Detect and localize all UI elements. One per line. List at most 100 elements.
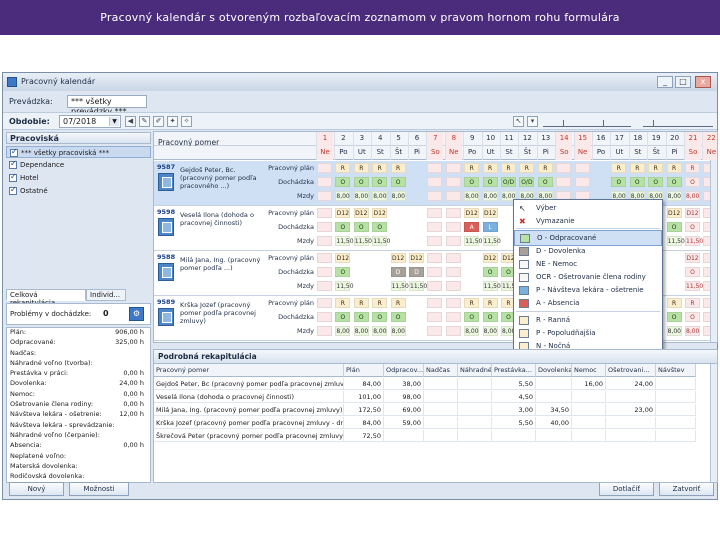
day-cell-plan[interactable] bbox=[445, 208, 461, 218]
day-cell-pay[interactable]: 8,00 bbox=[335, 326, 351, 336]
day-cell-plan[interactable]: D12 bbox=[390, 253, 406, 263]
day-cell-att[interactable]: D bbox=[390, 267, 406, 277]
day-cell-plan[interactable]: R bbox=[519, 163, 535, 173]
grid-scrollbar[interactable] bbox=[710, 160, 717, 342]
day-cell-plan[interactable]: D12 bbox=[335, 253, 351, 263]
day-cell-att[interactable]: O bbox=[390, 312, 406, 322]
day-cell-att[interactable]: O bbox=[537, 177, 553, 187]
day-cell-plan[interactable] bbox=[317, 208, 332, 218]
day-cell-pay[interactable]: 8,00 bbox=[666, 191, 682, 201]
day-cell-att[interactable]: O bbox=[372, 312, 388, 322]
options-button[interactable]: Možnosti bbox=[69, 482, 129, 496]
workplace-item[interactable]: *** všetky pracoviská *** bbox=[6, 146, 151, 158]
day-cell-plan[interactable]: D12 bbox=[685, 208, 700, 218]
workplace-item[interactable]: Ostatné bbox=[6, 185, 151, 197]
day-cell-att[interactable]: O bbox=[464, 177, 480, 187]
day-cell-pay[interactable]: 11,50 bbox=[409, 281, 427, 291]
day-cell-att[interactable]: O bbox=[372, 177, 388, 187]
day-cell-pay[interactable]: 8,00 bbox=[372, 191, 388, 201]
day-cell-plan[interactable]: R bbox=[390, 298, 406, 308]
day-cell-att[interactable]: O bbox=[666, 177, 682, 187]
day-cell-att[interactable]: O bbox=[390, 177, 406, 187]
print-button[interactable]: Dotlačiť bbox=[599, 482, 654, 496]
day-cell-plan[interactable]: R bbox=[390, 163, 406, 173]
day-cell-att[interactable]: O bbox=[335, 267, 351, 277]
maximize-button[interactable]: □ bbox=[675, 76, 691, 88]
day-cell-att[interactable]: O/D bbox=[519, 177, 535, 187]
day-cell-att[interactable] bbox=[317, 222, 332, 232]
day-cell-pay[interactable]: 8,00 bbox=[464, 326, 480, 336]
day-cell-att[interactable] bbox=[427, 177, 443, 187]
day-cell-pay[interactable]: 8,00 bbox=[685, 191, 700, 201]
day-cell-pay[interactable]: 11,50 bbox=[685, 236, 703, 246]
day-cell-att[interactable] bbox=[427, 267, 443, 277]
day-cell-plan[interactable]: D12 bbox=[482, 208, 498, 218]
day-cell-plan[interactable]: R bbox=[685, 163, 700, 173]
zoom-slider-track[interactable] bbox=[543, 126, 631, 127]
day-cell-plan[interactable] bbox=[317, 298, 332, 308]
day-cell-plan[interactable]: D12 bbox=[353, 208, 369, 218]
day-cell-pay[interactable]: 8,00 bbox=[482, 191, 498, 201]
problems-detail-icon[interactable]: ⚙ bbox=[129, 307, 144, 321]
checkbox[interactable] bbox=[10, 147, 18, 157]
day-cell-att[interactable]: L bbox=[482, 222, 498, 232]
dropdown-option[interactable]: ✖ Vymazanie bbox=[514, 214, 662, 230]
day-cell-att[interactable] bbox=[445, 177, 461, 187]
day-cell-att[interactable]: O bbox=[482, 312, 498, 322]
day-cell-att[interactable]: O bbox=[353, 222, 369, 232]
day-cell-plan[interactable] bbox=[427, 253, 443, 263]
day-cell-plan[interactable]: R bbox=[353, 298, 369, 308]
recap-column-header[interactable]: Pracovný pomer bbox=[154, 364, 344, 377]
recap-column-header[interactable]: Náhradné... bbox=[458, 364, 492, 377]
day-cell-pay[interactable] bbox=[445, 281, 461, 291]
day-cell-pay[interactable]: 11,50 bbox=[335, 236, 354, 246]
day-cell-att[interactable]: O bbox=[648, 177, 664, 187]
day-cell-pay[interactable]: 11,50 bbox=[482, 281, 501, 291]
day-cell-pay[interactable] bbox=[317, 191, 332, 201]
day-cell-att[interactable]: O bbox=[685, 222, 700, 232]
day-cell-att[interactable] bbox=[445, 267, 461, 277]
day-cell-att[interactable] bbox=[445, 312, 461, 322]
day-cell-plan[interactable]: R bbox=[372, 298, 388, 308]
day-cell-pay[interactable]: 11,50 bbox=[372, 236, 390, 246]
day-cell-plan[interactable]: R bbox=[482, 298, 498, 308]
day-cell-att[interactable] bbox=[445, 222, 461, 232]
day-cell-plan[interactable]: R bbox=[666, 163, 682, 173]
dropdown-arrow-icon[interactable]: ▾ bbox=[527, 116, 538, 127]
day-cell-att[interactable]: O bbox=[335, 177, 351, 187]
day-cell-att[interactable]: O bbox=[335, 312, 351, 322]
day-cell-pay[interactable]: 8,00 bbox=[390, 326, 406, 336]
wand-icon[interactable]: ✦ bbox=[167, 116, 178, 127]
day-cell-pay[interactable]: 8,00 bbox=[353, 326, 369, 336]
day-cell-pay[interactable]: 8,00 bbox=[666, 326, 682, 336]
checkbox[interactable] bbox=[9, 172, 17, 182]
day-cell-plan[interactable] bbox=[427, 208, 443, 218]
day-cell-plan[interactable]: D12 bbox=[335, 208, 351, 218]
day-cell-plan[interactable] bbox=[445, 298, 461, 308]
day-cell-plan[interactable]: R bbox=[501, 163, 516, 173]
day-cell-pay[interactable] bbox=[427, 281, 443, 291]
recap-column-header[interactable]: Plán bbox=[344, 364, 384, 377]
recap-scrollbar[interactable] bbox=[710, 364, 717, 482]
day-cell-plan[interactable] bbox=[317, 163, 332, 173]
chevron-down-icon[interactable]: ▼ bbox=[109, 117, 119, 126]
day-cell-pay[interactable]: 8,00 bbox=[685, 326, 700, 336]
new-button[interactable]: Nový bbox=[9, 482, 64, 496]
obdobie-select[interactable]: 07/2018 ▼ bbox=[59, 115, 121, 128]
day-cell-pay[interactable]: 11,50 bbox=[685, 281, 703, 291]
close-window-button[interactable]: x bbox=[695, 76, 711, 88]
day-cell-pay[interactable]: 11,50 bbox=[666, 236, 685, 246]
day-cell-att[interactable]: O bbox=[353, 312, 369, 322]
day-cell-pay[interactable] bbox=[317, 326, 332, 336]
day-cell-pay[interactable]: 11,50 bbox=[464, 236, 482, 246]
day-cell-att[interactable]: O bbox=[335, 222, 351, 232]
recap-column-header[interactable]: Ošetrovani... bbox=[606, 364, 656, 377]
day-cell-pay[interactable] bbox=[445, 236, 461, 246]
day-cell-pay[interactable]: 8,00 bbox=[464, 191, 480, 201]
day-cell-plan[interactable] bbox=[427, 298, 443, 308]
day-cell-plan[interactable]: R bbox=[537, 163, 553, 173]
day-cell-att[interactable]: O bbox=[685, 267, 700, 277]
pencil-icon[interactable]: ✐ bbox=[153, 116, 164, 127]
checkbox[interactable] bbox=[9, 185, 17, 195]
recap-column-header[interactable]: Odpracov... bbox=[384, 364, 424, 377]
